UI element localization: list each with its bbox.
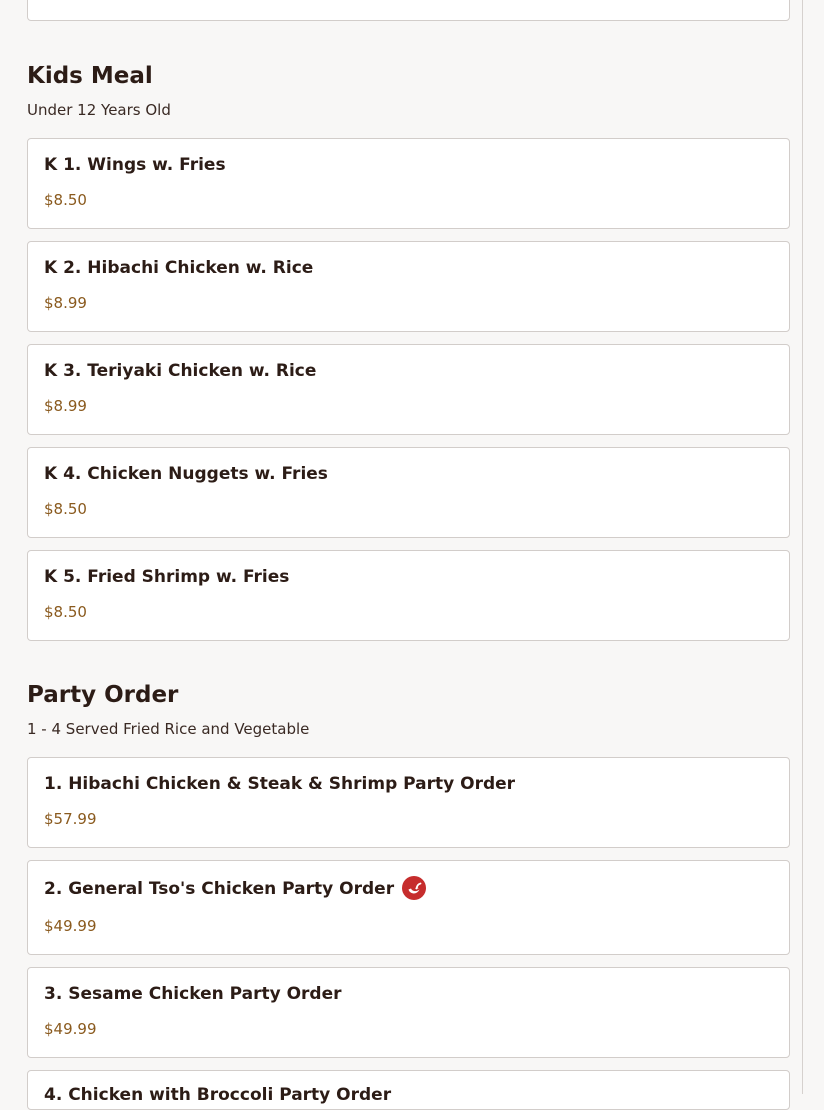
- menu-item-name: K 1. Wings w. Fries: [44, 155, 226, 175]
- menu-item-card[interactable]: K 3. Teriyaki Chicken w. Rice $8.99: [27, 344, 790, 435]
- menu-item-name-row: 2. General Tso's Chicken Party Order: [44, 876, 427, 901]
- menu-item-price: $8.99: [44, 397, 87, 415]
- menu-item-price: $8.99: [44, 294, 87, 312]
- menu-item-price: $8.50: [44, 603, 87, 621]
- menu-item-name: 1. Hibachi Chicken & Steak & Shrimp Part…: [44, 774, 516, 794]
- menu-item-card[interactable]: K 4. Chicken Nuggets w. Fries $8.50: [27, 447, 790, 538]
- menu-item-card[interactable]: K 5. Fried Shrimp w. Fries $8.50: [27, 550, 790, 641]
- menu-item-card-previous[interactable]: [27, 0, 790, 21]
- menu-item-name: K 5. Fried Shrimp w. Fries: [44, 567, 290, 587]
- menu-item-price: $49.99: [44, 1020, 97, 1038]
- menu-item-name: K 3. Teriyaki Chicken w. Rice: [44, 361, 317, 381]
- menu-item-card[interactable]: 3. Sesame Chicken Party Order $49.99: [27, 967, 790, 1058]
- section-subtitle-kids-meal: Under 12 Years Old: [27, 101, 171, 119]
- menu-item-name: 3. Sesame Chicken Party Order: [44, 984, 342, 1004]
- menu-item-card[interactable]: K 2. Hibachi Chicken w. Rice $8.99: [27, 241, 790, 332]
- section-title-party-order: Party Order: [27, 682, 179, 708]
- spicy-pepper-icon: [402, 876, 427, 900]
- section-title-kids-meal: Kids Meal: [27, 63, 153, 89]
- section-subtitle-party-order: 1 - 4 Served Fried Rice and Vegetable: [27, 720, 310, 738]
- menu-item-price: $49.99: [44, 917, 97, 935]
- menu-item-name: 2. General Tso's Chicken Party Order: [44, 879, 395, 899]
- menu-item-card[interactable]: 2. General Tso's Chicken Party Order $49…: [27, 860, 790, 955]
- menu-item-card[interactable]: K 1. Wings w. Fries $8.50: [27, 138, 790, 229]
- menu-item-price: $8.50: [44, 500, 87, 518]
- menu-item-name: K 2. Hibachi Chicken w. Rice: [44, 258, 314, 278]
- menu-item-price: $8.50: [44, 191, 87, 209]
- menu-item-card[interactable]: 4. Chicken with Broccoli Party Order: [27, 1070, 790, 1110]
- menu-item-price: $57.99: [44, 810, 97, 828]
- page-right-border: [802, 0, 803, 1094]
- menu-item-name: K 4. Chicken Nuggets w. Fries: [44, 464, 328, 484]
- menu-item-card[interactable]: 1. Hibachi Chicken & Steak & Shrimp Part…: [27, 757, 790, 848]
- menu-item-name: 4. Chicken with Broccoli Party Order: [44, 1085, 392, 1105]
